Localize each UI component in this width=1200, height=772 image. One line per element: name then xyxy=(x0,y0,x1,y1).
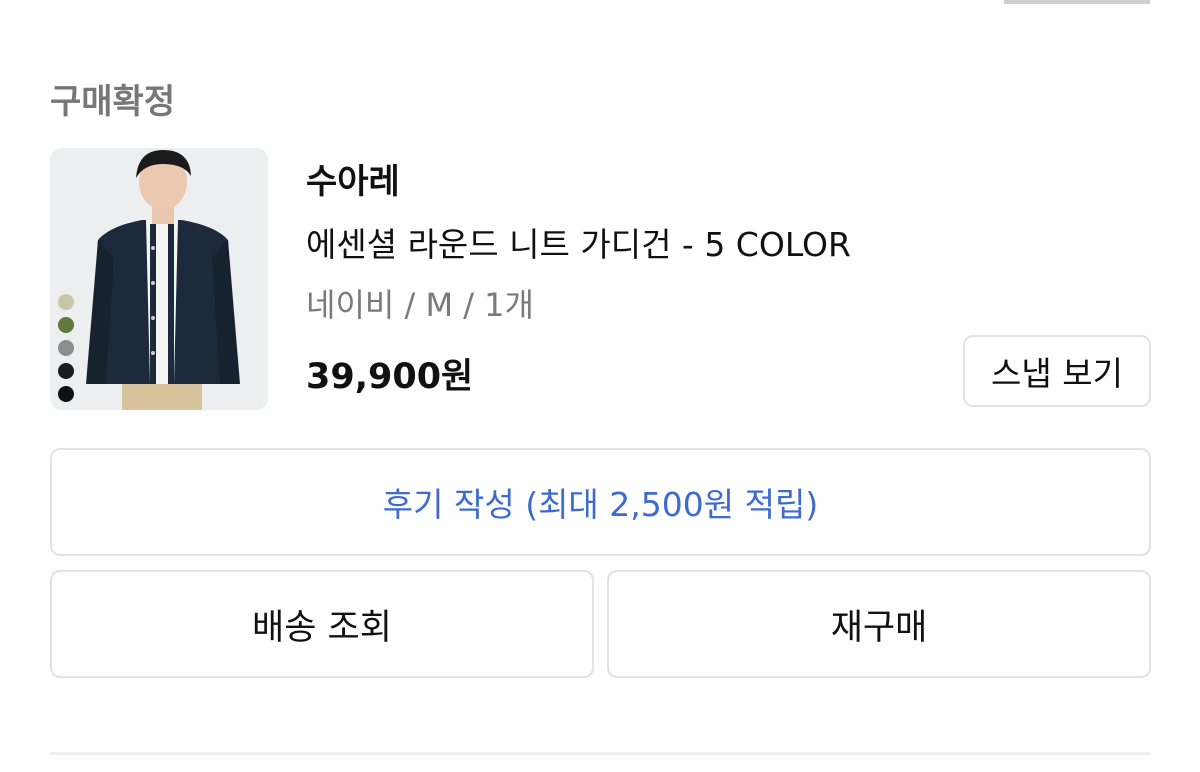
rebuy-button[interactable]: 재구매 xyxy=(607,570,1151,678)
top-tab-underline xyxy=(1004,0,1150,4)
product-option: 네이비 / M / 1개 xyxy=(306,286,534,324)
product-name[interactable]: 에센셜 라운드 니트 가디건 - 5 COLOR xyxy=(306,218,851,266)
snap-view-button[interactable]: 스냅 보기 xyxy=(963,335,1151,407)
product-brand[interactable]: 수아레 xyxy=(306,154,400,203)
color-swatch xyxy=(58,340,74,356)
order-status-label: 구매확정 xyxy=(50,82,176,122)
product-thumbnail[interactable] xyxy=(50,148,268,410)
product-image xyxy=(50,148,268,410)
write-review-button[interactable]: 후기 작성 (최대 2,500원 적립) xyxy=(50,448,1151,556)
color-swatch xyxy=(58,386,74,402)
track-shipping-button[interactable]: 배송 조회 xyxy=(50,570,594,678)
product-price: 39,900원 xyxy=(306,357,474,397)
color-swatch xyxy=(58,363,74,379)
section-divider xyxy=(50,752,1151,755)
color-swatch xyxy=(58,317,74,333)
color-swatch xyxy=(58,294,74,310)
color-swatch-list xyxy=(58,294,74,402)
